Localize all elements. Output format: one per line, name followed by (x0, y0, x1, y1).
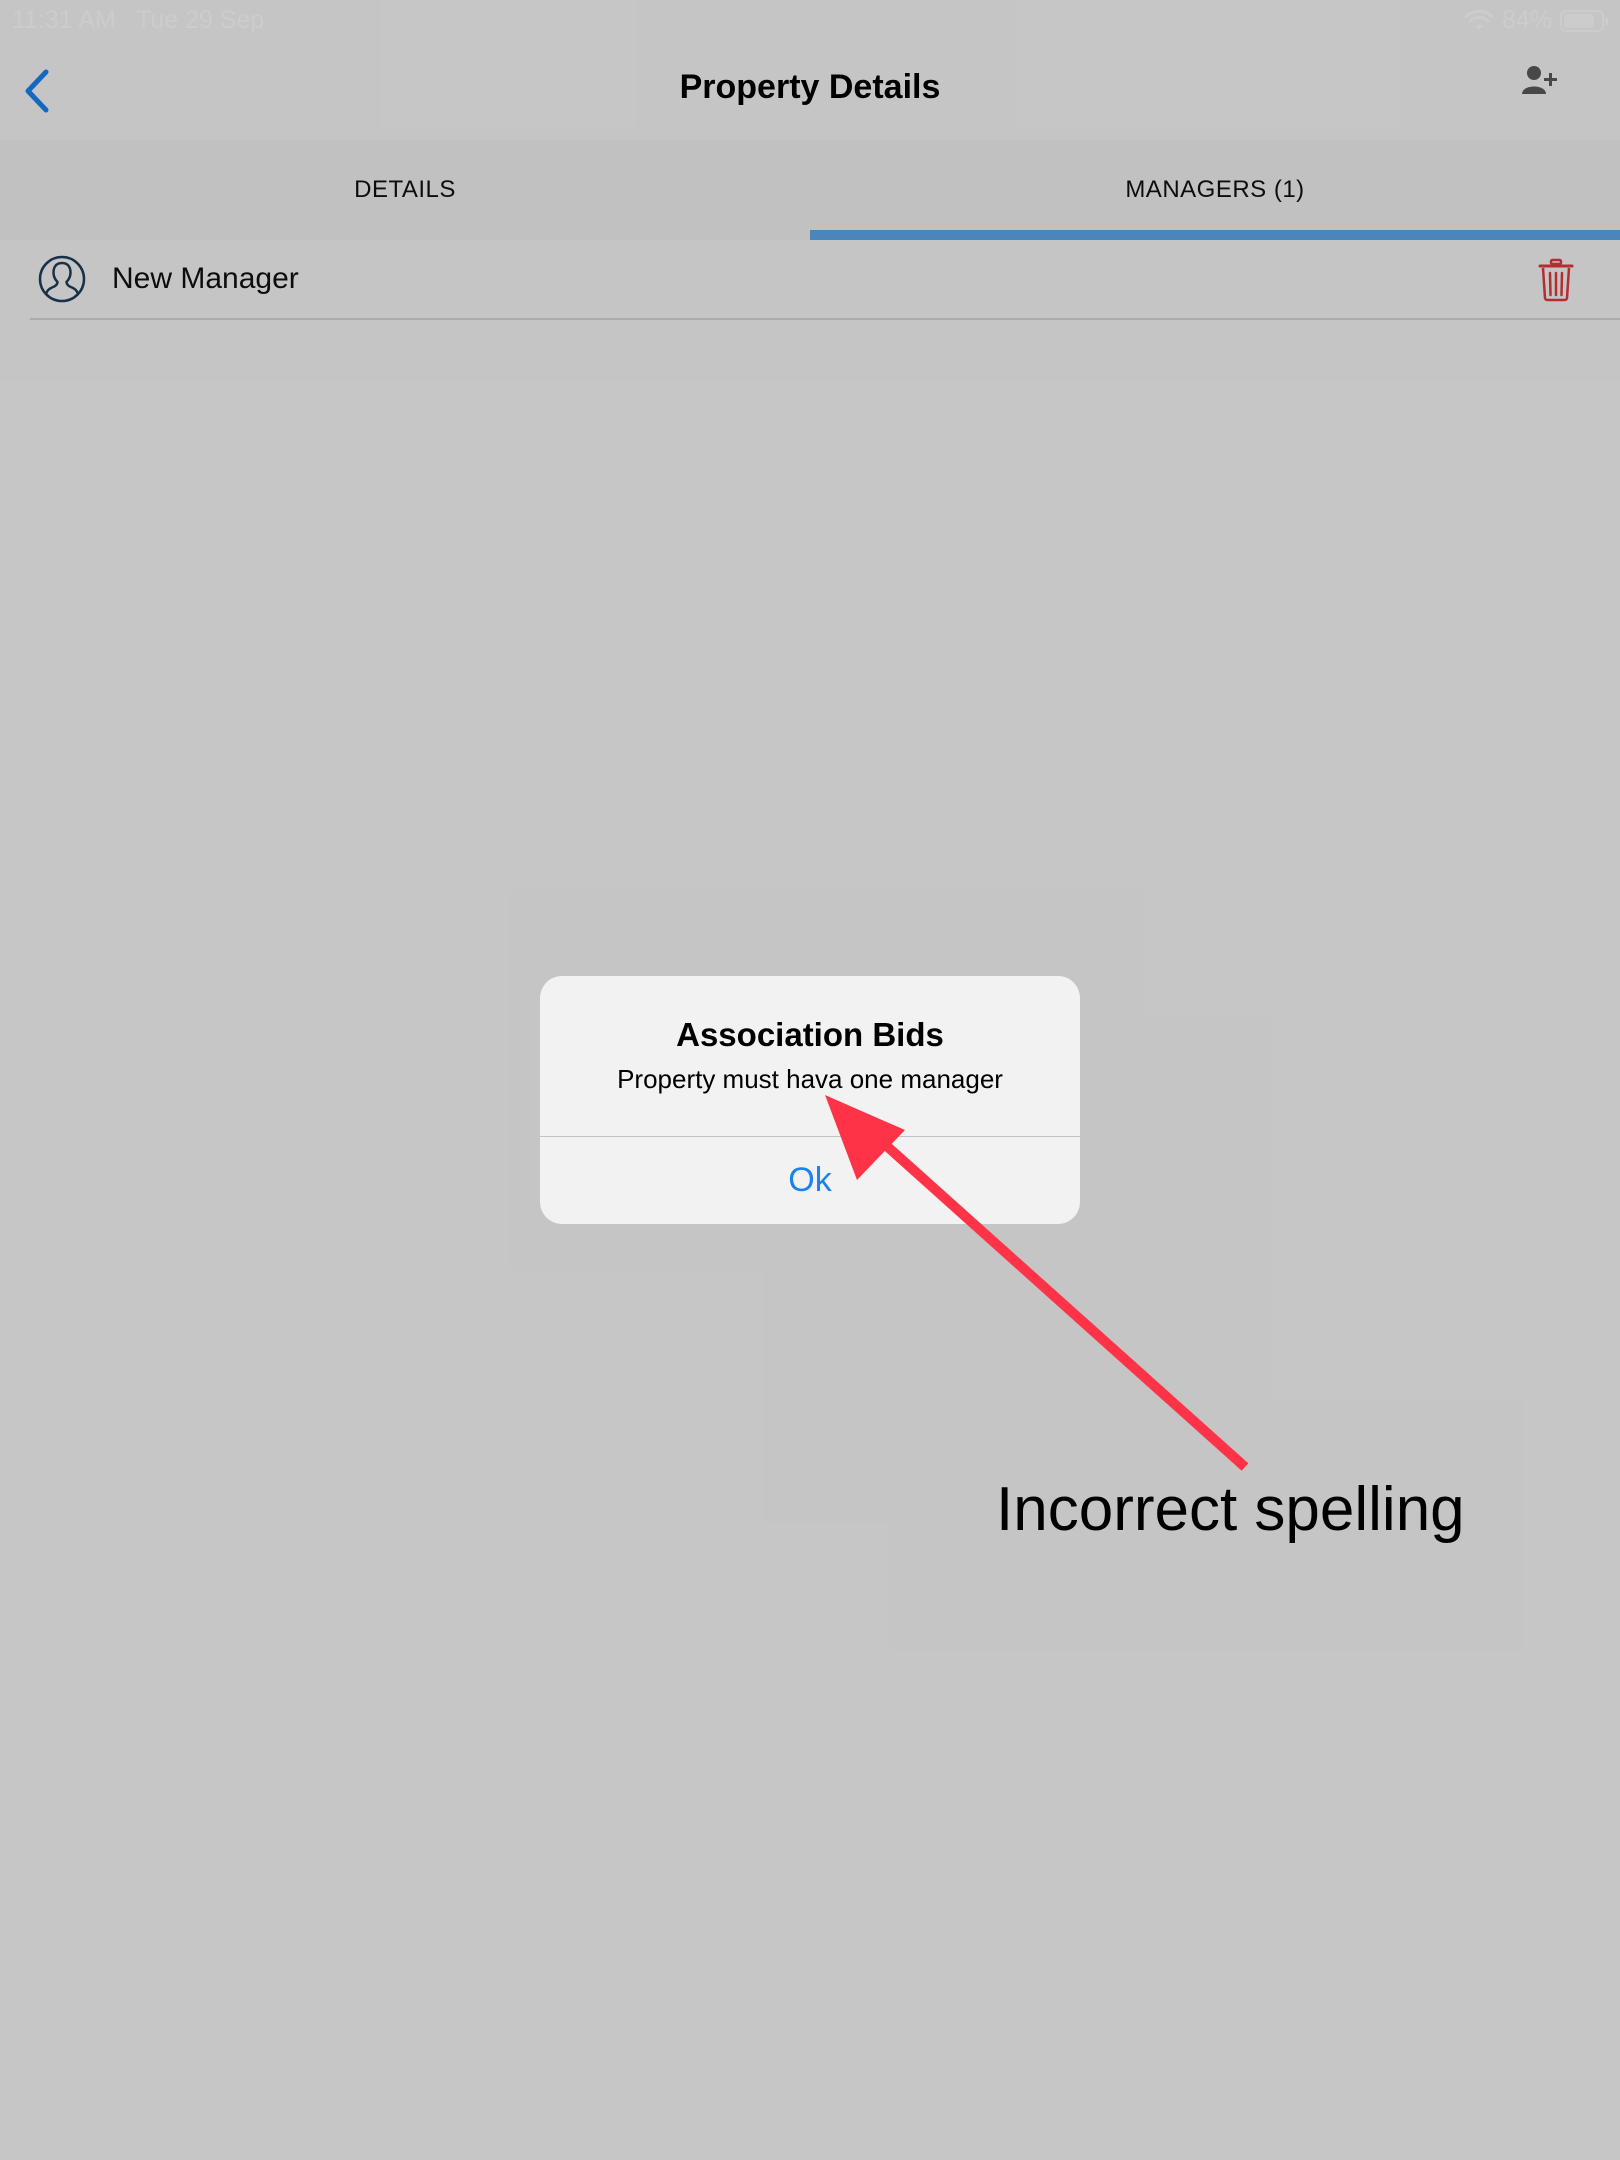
alert-ok-label: Ok (788, 1161, 832, 1199)
app-screen: 11:31 AM Tue 29 Sep 84% Property Details (0, 0, 1620, 2160)
alert-ok-button[interactable]: Ok (540, 1137, 1080, 1224)
alert-title: Association Bids (676, 1016, 944, 1053)
alert-message: Property must hava one manager (617, 1064, 1003, 1094)
alert-dialog: Association Bids Property must hava one … (540, 976, 1080, 1224)
annotation-text: Incorrect spelling (996, 1475, 1465, 1544)
